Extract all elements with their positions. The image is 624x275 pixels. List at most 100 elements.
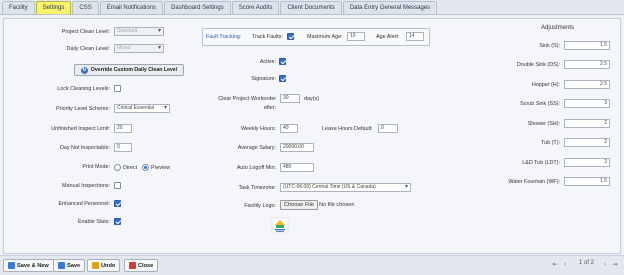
- last-page-icon[interactable]: ⇥: [610, 259, 620, 271]
- print-mode-preview-label: Preview: [151, 165, 171, 171]
- unfinished-inspect-limit-label: Unfinished Inspect Limit:: [51, 126, 110, 132]
- adj-scrub-sink-input[interactable]: 3: [564, 99, 610, 108]
- print-mode-direct-label: Direct: [123, 165, 138, 171]
- task-timezone-label: Task Timezone:: [238, 185, 276, 191]
- day-not-inspectable-label: Day Not Inspectable:: [59, 145, 110, 151]
- tab-email-notifications[interactable]: Email Notifications: [99, 1, 164, 14]
- active-label: Active:: [259, 59, 276, 65]
- maximum-age-input[interactable]: 10: [347, 32, 365, 41]
- adj-shower-input[interactable]: 2: [564, 119, 610, 128]
- lock-cleaning-levels-label: Lock Cleaning Levels:: [57, 86, 110, 92]
- undo-button[interactable]: Undo: [87, 259, 121, 272]
- clear-workorder-label: Clear Project Workorder: [218, 96, 276, 102]
- adj-water-fountain-input[interactable]: 1.5: [564, 177, 610, 186]
- weekly-hours-input[interactable]: 40: [280, 124, 298, 133]
- enhanced-personnel-label: Enhanced Personnel:: [58, 201, 110, 207]
- facility-logo-image: [271, 217, 289, 234]
- age-alert-label: Age Alert:: [376, 34, 400, 40]
- undo-label: Undo: [101, 262, 116, 269]
- print-mode-preview-radio[interactable]: [142, 164, 149, 171]
- daily-clean-level-label: Daily Clean Level:: [66, 46, 110, 52]
- project-clean-level-label: Project Clean Level:: [61, 29, 110, 35]
- age-alert-input[interactable]: 14: [406, 32, 424, 41]
- enable-stats-checkbox[interactable]: [114, 218, 121, 225]
- save-button[interactable]: Save: [53, 259, 86, 272]
- close-label: Close: [138, 262, 154, 269]
- tab-client-documents[interactable]: Client Documents: [280, 1, 342, 14]
- daily-clean-level-select[interactable]: Mixed: [114, 44, 164, 53]
- signature-label: Signature:: [251, 76, 276, 82]
- enhanced-personnel-checkbox[interactable]: [114, 200, 121, 207]
- adj-water-fountain-label: Water Fountain (WF):: [508, 179, 560, 185]
- adj-ld-tub-label: L&D Tub (LDT):: [522, 160, 560, 166]
- clear-workorder-days-input[interactable]: 30: [280, 94, 300, 103]
- tab-bar: Facility Settings CSS Email Notification…: [0, 0, 624, 15]
- first-page-icon[interactable]: ⇤: [550, 259, 560, 271]
- override-icon: ↻: [80, 66, 88, 74]
- unfinished-inspect-limit-input[interactable]: 20: [114, 124, 132, 133]
- next-page-icon[interactable]: ›: [600, 259, 610, 271]
- page-indicator: 1 of 2: [579, 260, 595, 266]
- average-salary-input[interactable]: 20000.00: [280, 143, 314, 152]
- adj-hopper-label: Hopper (H):: [531, 82, 560, 88]
- weekly-hours-label: Weekly Hours:: [241, 126, 276, 132]
- facility-logo-label: Facility Logo:: [244, 203, 276, 209]
- settings-panel: Project Clean Level: Standard Daily Clea…: [3, 18, 621, 254]
- adj-hopper-input[interactable]: 2.5: [564, 80, 610, 89]
- adj-shower-label: Shower (SH):: [527, 121, 560, 127]
- save-and-new-button[interactable]: Save & New: [3, 259, 54, 272]
- priority-level-scheme-label: Priority Level Scheme:: [56, 106, 110, 112]
- priority-level-scheme-select[interactable]: Critical Essential: [114, 104, 170, 113]
- adj-sink-label: Sink (S):: [539, 43, 560, 49]
- tab-score-audits[interactable]: Score Audits: [231, 1, 280, 14]
- day-not-inspectable-input[interactable]: 0: [114, 143, 132, 152]
- project-clean-level-select[interactable]: Standard: [114, 27, 164, 36]
- maximum-age-label: Maximum Age:: [307, 34, 343, 40]
- track-faults-label: Track Faults:: [252, 34, 283, 40]
- choose-file-button[interactable]: Choose File: [280, 200, 318, 210]
- save-and-new-label: Save & New: [17, 262, 49, 269]
- close-button[interactable]: Close: [124, 259, 159, 272]
- adj-sink-input[interactable]: 1.5: [564, 41, 610, 50]
- auto-logoff-min-input[interactable]: 480: [280, 163, 314, 172]
- tab-facility[interactable]: Facility: [2, 1, 35, 14]
- manual-inspections-label: Manual Inspections:: [62, 183, 110, 189]
- save-label: Save: [67, 262, 81, 269]
- signature-checkbox[interactable]: [279, 75, 286, 82]
- fault-tracking-title: Fault Tracking:: [206, 34, 242, 40]
- tab-data-entry-general-messages[interactable]: Data Entry General Messages: [342, 1, 438, 14]
- undo-icon: [92, 262, 99, 269]
- adj-scrub-sink-label: Scrub Sink (SS):: [520, 101, 560, 107]
- clear-workorder-label-after: after:: [263, 105, 276, 111]
- manual-inspections-checkbox[interactable]: [114, 182, 121, 189]
- lock-cleaning-levels-checkbox[interactable]: [114, 85, 121, 92]
- print-mode-direct-radio[interactable]: [114, 164, 121, 171]
- override-button-label: Override Custom Daily Clean Level: [90, 67, 178, 73]
- leave-hours-default-input[interactable]: 0: [378, 124, 398, 133]
- auto-logoff-min-label: Auto Logoff Min:: [236, 165, 276, 171]
- adj-tub-input[interactable]: 2: [564, 138, 610, 147]
- clear-workorder-unit: day(s): [304, 96, 319, 102]
- adj-ld-tub-input[interactable]: 3: [564, 158, 610, 167]
- fault-tracking-group: Fault Tracking: Track Faults: Maximum Ag…: [202, 28, 430, 46]
- prev-page-icon[interactable]: ‹: [560, 259, 570, 271]
- track-faults-checkbox[interactable]: [287, 33, 294, 40]
- adjustments-group: Adjustments Sink (S): 1.5 Double Sink (D…: [464, 25, 614, 186]
- save-new-icon: [8, 262, 15, 269]
- tab-css[interactable]: CSS: [72, 1, 99, 14]
- active-checkbox[interactable]: [279, 58, 286, 65]
- adjustments-title: Adjustments: [541, 25, 575, 31]
- override-daily-clean-level-button[interactable]: ↻ Override Custom Daily Clean Level: [74, 64, 184, 76]
- leave-hours-default-label: Leave Hours Default:: [322, 126, 373, 132]
- average-salary-label: Average Salary:: [237, 145, 276, 151]
- task-timezone-select[interactable]: (UTC-06:00) Central Time (US & Canada): [280, 183, 411, 192]
- file-status-text: No file chosen: [319, 202, 355, 208]
- adj-tub-label: Tub (T):: [541, 140, 560, 146]
- close-icon: [129, 262, 136, 269]
- floppy-icon: [58, 262, 65, 269]
- tab-settings[interactable]: Settings: [35, 1, 72, 14]
- adj-double-sink-input[interactable]: 2.5: [564, 60, 610, 69]
- tab-dashboard-settings[interactable]: Dashboard Settings: [164, 1, 231, 14]
- enable-stats-label: Enable Stats:: [77, 219, 110, 225]
- adj-double-sink-label: Double Sink (DS):: [516, 62, 560, 68]
